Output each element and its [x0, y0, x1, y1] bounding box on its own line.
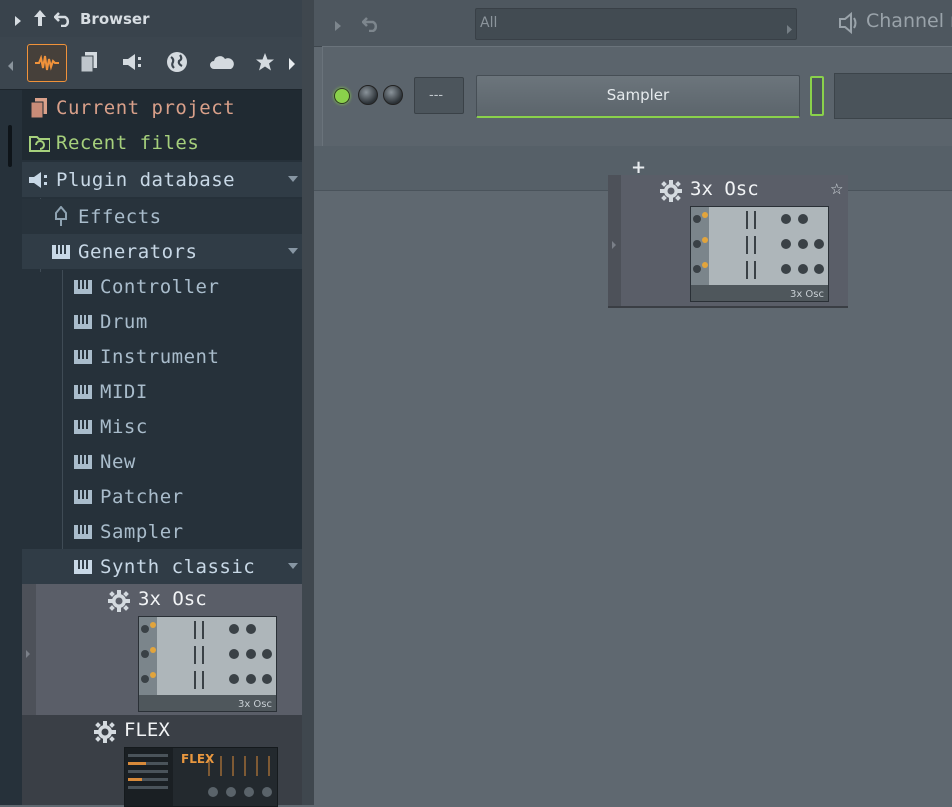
channel-name-button[interactable]: Sampler	[476, 75, 800, 118]
piano-icon	[50, 241, 72, 263]
tree-item-effects[interactable]: Effects	[22, 199, 302, 234]
gear-icon	[660, 180, 682, 206]
cloud-icon[interactable]	[203, 44, 241, 80]
piano-icon	[72, 486, 94, 508]
tree-item-misc[interactable]: Misc	[22, 409, 302, 444]
browser-header: Browser	[0, 0, 302, 38]
scroll-left-icon[interactable]	[7, 57, 14, 76]
recent-icon	[28, 132, 50, 154]
piano-icon	[72, 416, 94, 438]
drag-handle-icon	[611, 235, 617, 254]
browser-scrollbar[interactable]	[8, 125, 12, 167]
collapse-caret-icon[interactable]	[288, 248, 298, 254]
undo-icon[interactable]	[53, 9, 72, 31]
plugin-thumbnail-3xosc: 3x Osc	[138, 616, 277, 712]
tree-item-synth-classic[interactable]: Synth classic	[22, 549, 302, 584]
gear-icon	[94, 721, 116, 747]
undo-icon[interactable]	[361, 14, 380, 36]
piano-icon	[72, 381, 94, 403]
tree-item-drum[interactable]: Drum	[22, 304, 302, 339]
plugin-item-3xosc[interactable]: 3x Osc 3x Osc	[22, 584, 302, 715]
collapse-caret-icon[interactable]	[288, 176, 298, 182]
mixer-track-selector[interactable]: ---	[414, 77, 464, 114]
channel-rack-title: Channel r	[866, 10, 952, 32]
expand-arrow-icon[interactable]	[14, 12, 22, 31]
tree-item-recent-files[interactable]: Recent files	[22, 125, 302, 160]
tree-item-patcher[interactable]: Patcher	[22, 479, 302, 514]
tree-item-sampler[interactable]: Sampler	[22, 514, 302, 549]
tree-item-new[interactable]: New	[22, 444, 302, 479]
tree-item-midi[interactable]: MIDI	[22, 374, 302, 409]
project-icon	[28, 97, 50, 119]
speaker-icon[interactable]	[115, 44, 153, 80]
filter-select[interactable]: All	[475, 8, 797, 40]
document-icon[interactable]	[70, 44, 108, 80]
star-icon[interactable]	[246, 44, 284, 80]
piano-icon	[72, 521, 94, 543]
plugin-thumbnail-flex: FLEX	[124, 747, 278, 807]
channel-enable-led[interactable]	[334, 88, 350, 104]
drag-preview-3xosc[interactable]: 3x Osc ☆ 3x Osc	[608, 175, 848, 308]
panel-divider[interactable]	[302, 0, 314, 805]
chevron-right-icon	[787, 19, 792, 38]
channel-select-indicator[interactable]	[810, 76, 824, 116]
expand-arrow-icon[interactable]	[334, 17, 342, 36]
tree-item-current-project[interactable]: Current project	[22, 90, 302, 125]
collapse-caret-icon[interactable]	[288, 563, 298, 569]
pan-knob[interactable]	[383, 85, 403, 105]
globe-icon[interactable]	[158, 44, 196, 80]
tree-item-controller[interactable]: Controller	[22, 269, 302, 304]
gear-icon	[108, 590, 130, 616]
piano-icon	[72, 346, 94, 368]
plugin-thumbnail-3xosc: 3x Osc	[690, 206, 829, 302]
piano-icon	[72, 311, 94, 333]
favorite-star-icon[interactable]: ☆	[830, 180, 843, 198]
plugin-item-flex[interactable]: FLEX FLEX	[22, 715, 302, 807]
piano-icon	[72, 451, 94, 473]
tree-item-generators[interactable]: Generators	[22, 234, 302, 269]
up-arrow-icon[interactable]	[33, 9, 47, 31]
browser-toolbar	[0, 37, 302, 90]
tree-item-instrument[interactable]: Instrument	[22, 339, 302, 374]
speaker-icon	[838, 11, 862, 38]
drag-handle-icon[interactable]	[25, 644, 31, 663]
browser-title: Browser	[80, 10, 150, 28]
tree-item-plugin-database[interactable]: Plugin database	[22, 162, 302, 197]
step-sequencer-area[interactable]	[834, 73, 952, 119]
scroll-right-icon[interactable]	[288, 56, 296, 75]
plugin-icon	[28, 169, 50, 191]
piano-icon	[72, 276, 94, 298]
waveform-icon[interactable]	[27, 44, 67, 82]
volume-knob[interactable]	[358, 85, 378, 105]
effect-icon	[50, 205, 72, 228]
piano-icon	[72, 556, 94, 578]
